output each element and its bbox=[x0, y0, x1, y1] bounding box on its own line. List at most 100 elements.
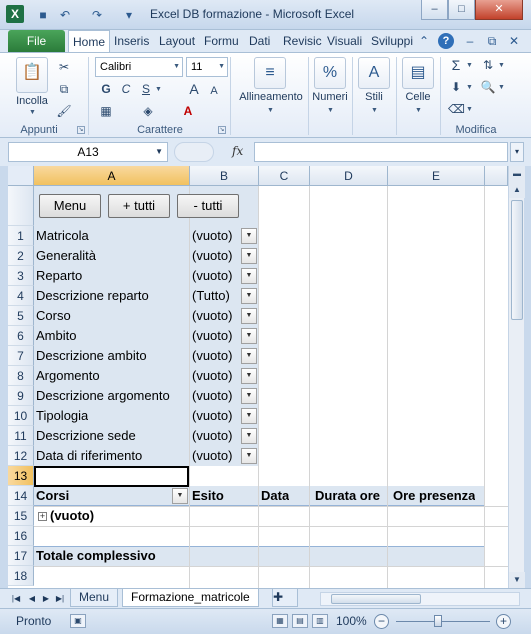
normal-view-icon[interactable]: ▦ bbox=[272, 614, 288, 628]
grow-font-icon[interactable]: A bbox=[186, 81, 202, 97]
first-sheet-icon[interactable]: |◀ bbox=[10, 592, 22, 606]
column-header-f[interactable] bbox=[485, 166, 508, 186]
font-size-select[interactable]: 11 ▼ bbox=[186, 57, 228, 77]
maximize-button[interactable]: □ bbox=[448, 0, 475, 20]
styles-icon[interactable]: A bbox=[358, 57, 390, 89]
row-header[interactable]: 10 bbox=[8, 406, 34, 426]
tab-review[interactable]: Revisic bbox=[279, 30, 326, 52]
column-header-c[interactable]: C bbox=[259, 166, 310, 186]
alignment-icon[interactable]: ≡ bbox=[254, 57, 286, 89]
column-header-d[interactable]: D bbox=[310, 166, 388, 186]
filter-value[interactable]: (vuoto) bbox=[192, 346, 232, 366]
menu-button[interactable]: Menu bbox=[39, 194, 101, 218]
help-icon[interactable]: ? bbox=[438, 33, 454, 49]
number-button-label[interactable]: Numeri bbox=[308, 91, 352, 103]
clear-dropdown-icon[interactable]: ▼ bbox=[466, 106, 473, 113]
filter-dropdown-icon[interactable]: ▼ bbox=[241, 248, 257, 264]
collapse-ribbon-icon[interactable]: ⌃ bbox=[416, 33, 432, 49]
file-tab[interactable]: File bbox=[8, 30, 65, 52]
undo-icon[interactable]: ↶ bbox=[56, 6, 74, 24]
font-launcher-icon[interactable]: ↘ bbox=[218, 126, 226, 134]
vertical-scroll-thumb[interactable] bbox=[511, 200, 523, 320]
zoom-out-icon[interactable]: − bbox=[374, 614, 389, 629]
scroll-up-icon[interactable]: ▲ bbox=[509, 182, 525, 198]
sort-dropdown-icon[interactable]: ▼ bbox=[498, 62, 505, 69]
filter-dropdown-icon[interactable]: ▼ bbox=[241, 308, 257, 324]
bold-button[interactable]: G bbox=[98, 81, 114, 97]
next-sheet-icon[interactable]: ▶ bbox=[40, 592, 52, 606]
scroll-down-icon[interactable]: ▼ bbox=[509, 572, 525, 588]
row-header[interactable]: 15 bbox=[8, 506, 34, 526]
clear-icon[interactable]: ⌫ bbox=[448, 101, 465, 117]
filter-value[interactable]: (vuoto) bbox=[192, 426, 232, 446]
tab-home[interactable]: Home bbox=[68, 30, 111, 52]
last-sheet-icon[interactable]: ▶| bbox=[54, 592, 66, 606]
excel-app-icon[interactable]: X bbox=[6, 5, 24, 23]
tab-layout[interactable]: Layout bbox=[155, 30, 199, 52]
find-select-icon[interactable]: 🔍 bbox=[480, 79, 496, 95]
row-header[interactable]: 9 bbox=[8, 386, 34, 406]
row-header[interactable]: 18 bbox=[8, 566, 34, 586]
cells-button-label[interactable]: Celle bbox=[400, 91, 436, 103]
filter-dropdown-icon[interactable]: ▼ bbox=[241, 348, 257, 364]
row-header[interactable]: 8 bbox=[8, 366, 34, 386]
macro-record-icon[interactable]: ▣ bbox=[70, 614, 86, 628]
filter-dropdown-icon[interactable]: ▼ bbox=[241, 288, 257, 304]
fill-dropdown-icon[interactable]: ▼ bbox=[466, 84, 473, 91]
doc-minimize-icon[interactable]: – bbox=[462, 33, 478, 49]
clipboard-launcher-icon[interactable]: ↘ bbox=[77, 126, 85, 134]
zoom-level[interactable]: 100% bbox=[336, 614, 367, 628]
fill-color-icon[interactable]: ◈ bbox=[140, 103, 156, 119]
column-header-a[interactable]: A bbox=[34, 166, 190, 186]
filter-dropdown-icon[interactable]: ▼ bbox=[241, 408, 257, 424]
row-header-selected[interactable]: 13 bbox=[8, 466, 34, 486]
tab-formulas[interactable]: Formu bbox=[200, 30, 243, 52]
split-box-icon[interactable]: ▬ bbox=[509, 166, 525, 182]
autosum-icon[interactable]: Σ bbox=[448, 57, 464, 73]
filter-dropdown-icon[interactable]: ▼ bbox=[241, 328, 257, 344]
fill-icon[interactable]: ⬇ bbox=[448, 79, 464, 95]
filter-value[interactable]: (vuoto) bbox=[192, 446, 232, 466]
paste-dropdown-icon[interactable]: ▼ bbox=[29, 109, 36, 116]
row-header[interactable]: 5 bbox=[8, 306, 34, 326]
paste-button-label[interactable]: Incolla bbox=[12, 95, 52, 107]
filter-value[interactable]: (vuoto) bbox=[192, 386, 232, 406]
paste-icon[interactable]: 📋 bbox=[16, 57, 48, 93]
row-header[interactable]: 6 bbox=[8, 326, 34, 346]
row-header[interactable]: 4 bbox=[8, 286, 34, 306]
filter-dropdown-icon[interactable]: ▼ bbox=[241, 448, 257, 464]
filter-dropdown-icon[interactable]: ▼ bbox=[241, 388, 257, 404]
horizontal-scrollbar[interactable] bbox=[320, 592, 520, 606]
row-header[interactable]: 12 bbox=[8, 446, 34, 466]
close-button[interactable]: ✕ bbox=[475, 0, 523, 20]
insert-function-icon[interactable]: fx bbox=[232, 144, 243, 158]
horizontal-scroll-thumb[interactable] bbox=[331, 594, 421, 604]
row-header[interactable] bbox=[8, 186, 34, 226]
page-break-view-icon[interactable]: ▥ bbox=[312, 614, 328, 628]
row-header[interactable]: 17 bbox=[8, 546, 34, 566]
expand-formula-bar-icon[interactable]: ▾ bbox=[510, 142, 524, 162]
chevron-down-icon[interactable]: ▼ bbox=[155, 143, 163, 161]
sort-filter-icon[interactable]: ⇅ bbox=[480, 57, 496, 73]
row-header[interactable]: 1 bbox=[8, 226, 34, 246]
select-all-button[interactable]: + tutti bbox=[108, 194, 170, 218]
cells-icon[interactable]: ▤ bbox=[402, 57, 434, 89]
filter-value[interactable]: (vuoto) bbox=[192, 266, 232, 286]
page-layout-view-icon[interactable]: ▤ bbox=[292, 614, 308, 628]
italic-button[interactable]: C bbox=[118, 81, 134, 97]
styles-button-label[interactable]: Stili bbox=[356, 91, 392, 103]
customize-toolbar-icon[interactable]: ▾ bbox=[120, 6, 138, 24]
row-header[interactable]: 11 bbox=[8, 426, 34, 446]
filter-value[interactable]: (vuoto) bbox=[192, 306, 232, 326]
zoom-slider-track[interactable] bbox=[396, 621, 490, 622]
tab-view[interactable]: Visuali bbox=[323, 30, 366, 52]
tab-data[interactable]: Dati bbox=[245, 30, 274, 52]
alignment-dropdown-icon[interactable]: ▼ bbox=[267, 107, 274, 114]
name-box[interactable]: A13 ▼ bbox=[8, 142, 168, 162]
filter-value[interactable]: (vuoto) bbox=[192, 226, 232, 246]
filter-value[interactable]: (vuoto) bbox=[192, 246, 232, 266]
prev-sheet-icon[interactable]: ◀ bbox=[26, 592, 38, 606]
borders-icon[interactable]: ▦ bbox=[98, 103, 114, 119]
filter-value[interactable]: (vuoto) bbox=[192, 326, 232, 346]
doc-restore-icon[interactable]: ⧉ bbox=[484, 33, 500, 49]
